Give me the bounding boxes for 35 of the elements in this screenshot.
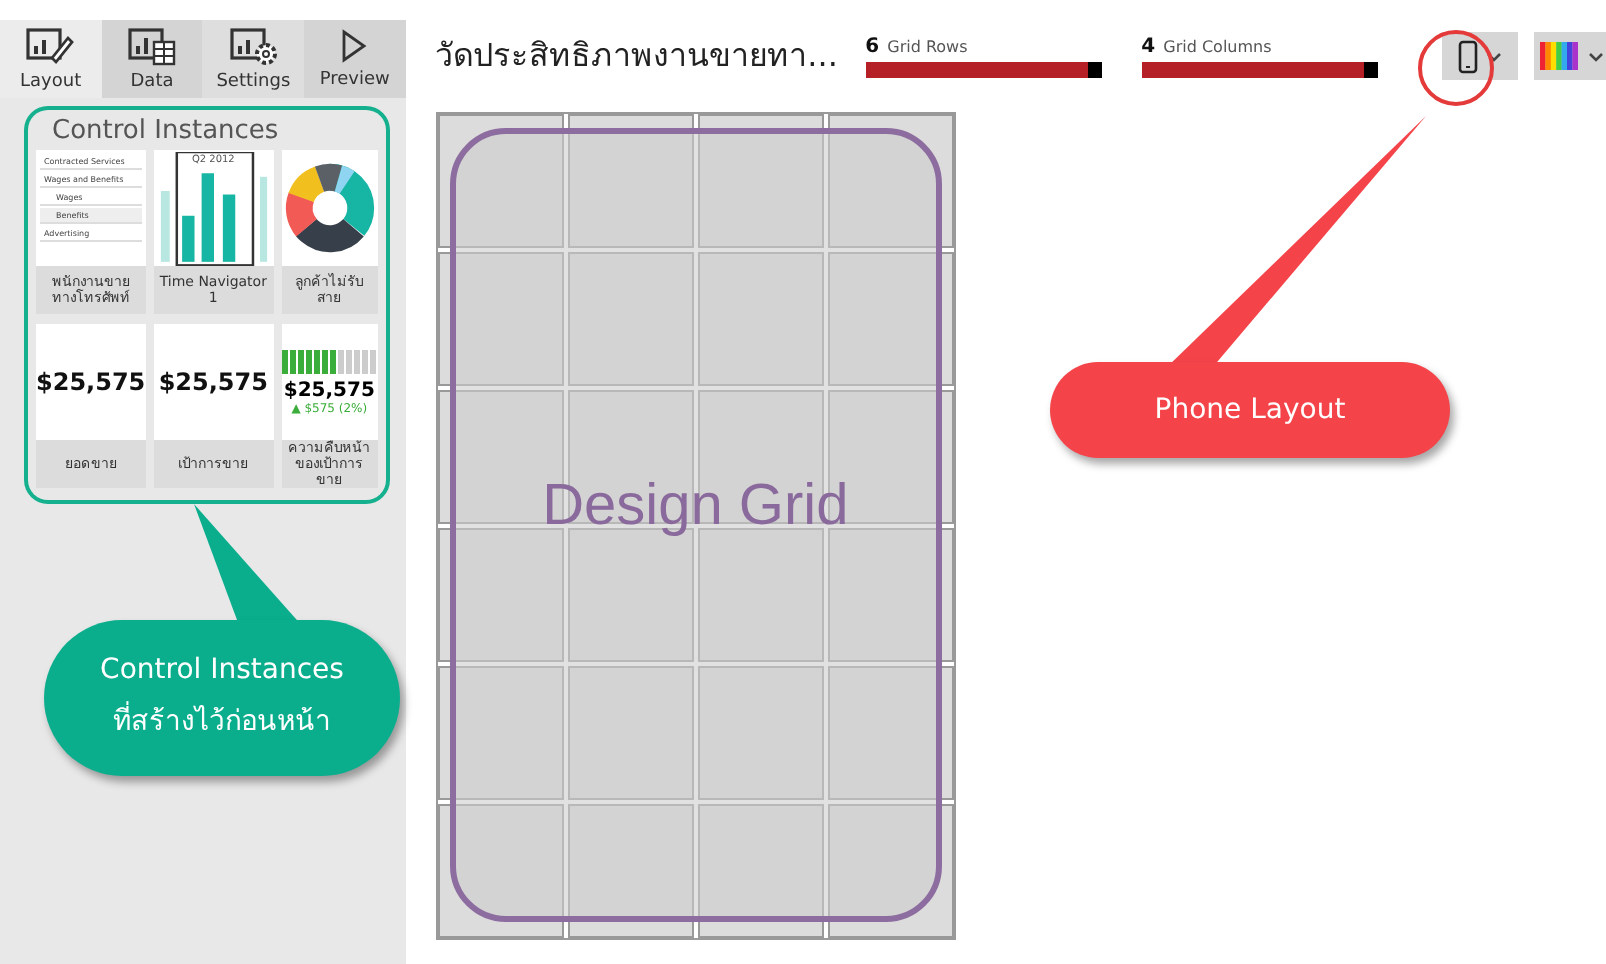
chart-pencil-icon [26, 26, 75, 66]
highlight-circle [1418, 30, 1494, 106]
callout-text: Phone Layout [1154, 394, 1346, 426]
panel-title: Control Instances [24, 106, 390, 146]
grid-cell [697, 252, 824, 386]
progress-bars [282, 349, 377, 373]
toolbar-tab[interactable]: Data [101, 20, 203, 98]
phone-icon [1457, 39, 1478, 73]
toolbar-tab[interactable]: Settings [202, 20, 305, 98]
chevron-down-icon [1587, 51, 1604, 61]
rainbow-icon [1539, 42, 1580, 70]
slider-value: 6 [865, 35, 880, 57]
slider-value: 4 [1141, 35, 1156, 57]
slider-label: Grid Rows [887, 37, 968, 55]
chart-gear-icon [229, 26, 278, 66]
callout-text: ที่สร้างไว้ก่อนหน้า [113, 698, 331, 742]
chart-table-icon [128, 26, 176, 66]
grid-cell [567, 252, 694, 386]
kpi-value: $25,575 [283, 379, 375, 401]
phone-layout-button[interactable] [1441, 32, 1518, 80]
slider-label: Grid Columns [1163, 37, 1272, 55]
grid-cell [567, 666, 694, 800]
donut-chart-drawing [281, 160, 378, 256]
slider-track[interactable] [865, 61, 1102, 77]
card-value: $25,575 [36, 368, 146, 396]
color-theme-button[interactable] [1533, 32, 1606, 80]
design-grid-label: Design Grid [542, 474, 849, 542]
callout-text: Control Instances [100, 654, 344, 686]
card-value: $25,575 [158, 368, 268, 396]
grid-cell [697, 666, 824, 800]
report-title: วัดประสิทธิภาพงานขายทา... [435, 34, 840, 79]
play-icon [340, 28, 369, 64]
slider-track[interactable] [1141, 61, 1378, 77]
toolbar-tab[interactable]: Layout [0, 20, 102, 98]
toolbar-tab[interactable]: Preview [304, 20, 406, 98]
